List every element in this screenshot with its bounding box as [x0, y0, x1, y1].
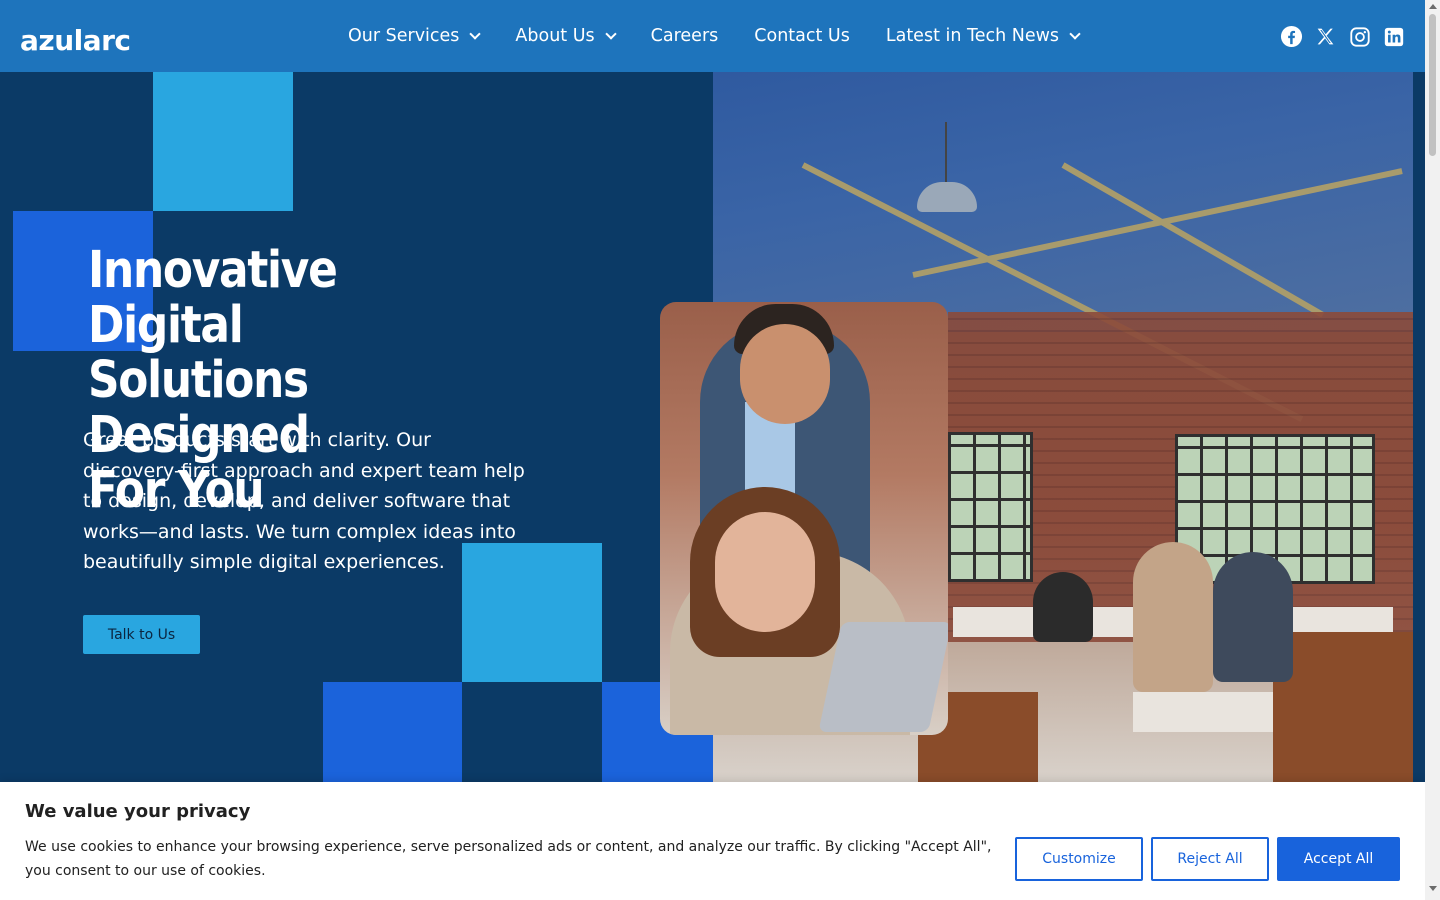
decor-square: [323, 682, 462, 782]
decor-square: [153, 72, 293, 211]
office-worker: [1213, 552, 1293, 682]
cookie-text: We use cookies to enhance your browsing …: [25, 839, 992, 879]
face: [715, 512, 815, 632]
linkedin-icon[interactable]: [1382, 25, 1405, 48]
roof-image-area: [713, 72, 1413, 332]
nav-label: Our Services: [348, 26, 460, 46]
x-icon[interactable]: [1314, 25, 1337, 48]
office-worker: [1133, 542, 1213, 692]
chevron-down-icon: [1069, 27, 1081, 40]
main-nav: Our Services About Us Careers Contact Us…: [348, 0, 1115, 72]
laptop: [818, 622, 948, 732]
desk-cabinet: [1273, 632, 1413, 782]
window: [948, 432, 1033, 582]
nav-label: Latest in Tech News: [885, 26, 1060, 46]
page-scrollbar[interactable]: [1425, 0, 1440, 900]
office-worker: [1033, 572, 1093, 642]
nav-contact-us[interactable]: Contact Us: [754, 26, 850, 46]
nav-our-services[interactable]: Our Services: [348, 26, 482, 46]
team-photo: [660, 302, 948, 735]
accept-all-button[interactable]: Accept All: [1277, 837, 1400, 881]
nav-latest-tech-news[interactable]: Latest in Tech News: [885, 26, 1081, 46]
talk-to-us-button[interactable]: Talk to Us: [83, 615, 200, 654]
cookie-title: We value your privacy: [25, 801, 251, 822]
chevron-down-icon: [604, 27, 617, 40]
reject-all-button[interactable]: Reject All: [1151, 837, 1269, 881]
cookie-banner: We value your privacy We use cookies to …: [0, 782, 1425, 900]
azularc-logo[interactable]: azularc: [20, 14, 142, 58]
scroll-up-arrow-icon[interactable]: [1429, 4, 1437, 9]
head: [740, 324, 830, 424]
chevron-down-icon: [469, 27, 482, 40]
nav-label: About Us: [515, 26, 595, 46]
nav-careers[interactable]: Careers: [651, 26, 719, 46]
customize-button[interactable]: Customize: [1015, 837, 1143, 881]
hero-description: Great products start with clarity. Our d…: [83, 429, 525, 573]
site-header: azularc Our Services About Us Careers Co…: [0, 0, 1425, 72]
logo-text: azularc: [20, 24, 131, 57]
nav-label: Contact Us: [754, 26, 850, 46]
hero-title-line: Innovative Digital: [88, 241, 338, 355]
facebook-icon[interactable]: [1280, 25, 1303, 48]
instagram-icon[interactable]: [1348, 25, 1371, 48]
nav-about-us[interactable]: About Us: [515, 26, 617, 46]
scroll-down-arrow-icon[interactable]: [1429, 886, 1437, 891]
scroll-thumb[interactable]: [1429, 14, 1436, 156]
nav-label: Careers: [650, 26, 719, 46]
social-links: [1280, 25, 1416, 48]
hero-section: Innovative Digital Solutions Designed Fo…: [0, 72, 1425, 782]
